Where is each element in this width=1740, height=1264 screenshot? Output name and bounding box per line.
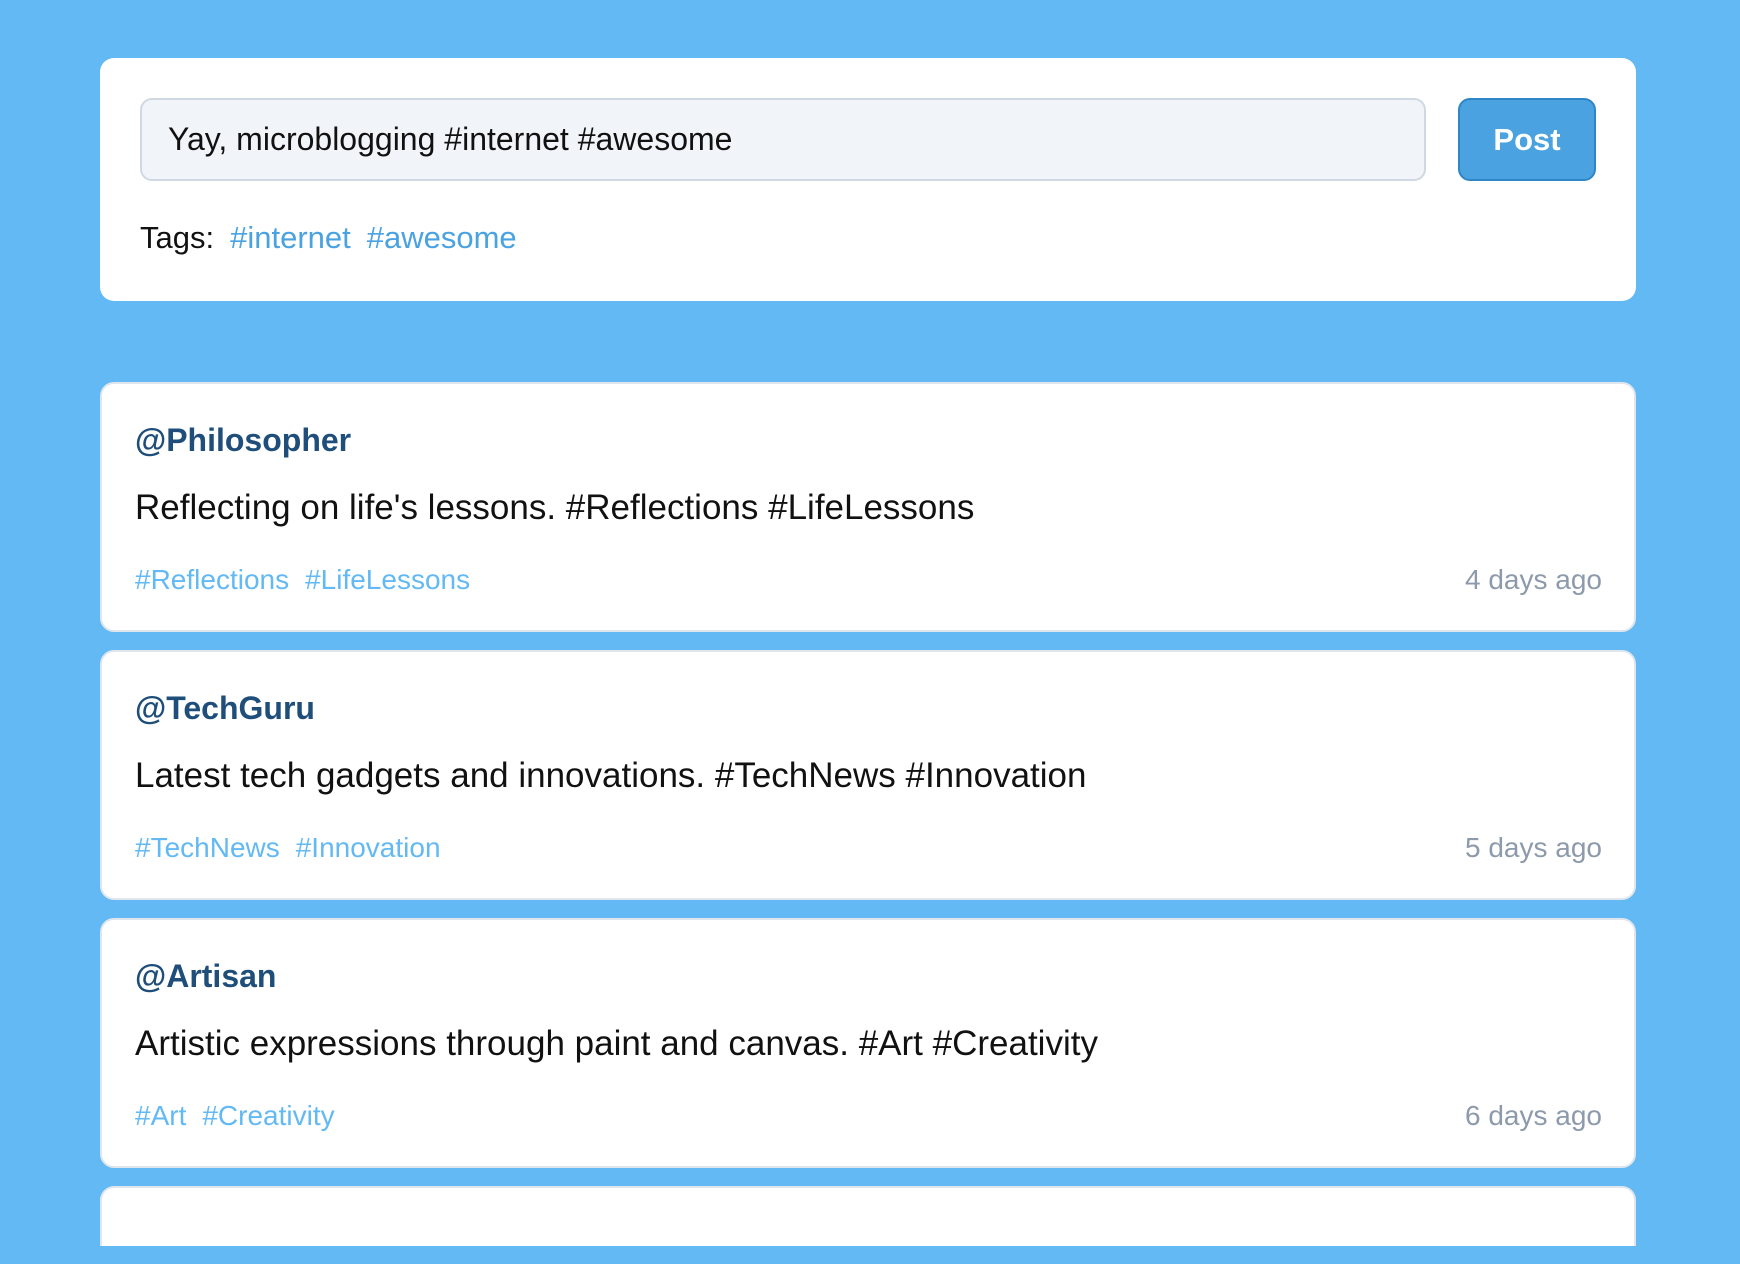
post-author[interactable]: @TechGuru xyxy=(135,690,315,727)
post-card: @Philosopher Reflecting on life's lesson… xyxy=(100,382,1636,632)
post-tag[interactable]: #TechNews xyxy=(135,832,280,864)
post-tag[interactable]: #Innovation xyxy=(296,832,441,864)
post-feed: @Philosopher Reflecting on life's lesson… xyxy=(100,382,1636,1264)
post-timestamp: 6 days ago xyxy=(1465,1100,1602,1131)
tags-label: Tags: xyxy=(140,220,215,255)
composer-card: Post Tags: #internet #awesome xyxy=(100,58,1636,301)
post-timestamp: 4 days ago xyxy=(1465,564,1602,595)
post-tags: #TechNews #Innovation xyxy=(135,832,457,864)
post-button[interactable]: Post xyxy=(1458,98,1596,181)
post-tag[interactable]: #LifeLessons xyxy=(305,564,470,596)
post-text: Artistic expressions through paint and c… xyxy=(135,1024,1098,1063)
post-author[interactable]: @Artisan xyxy=(135,958,276,995)
post-text: Reflecting on life's lessons. #Reflectio… xyxy=(135,488,975,527)
post-card-partial xyxy=(100,1186,1636,1246)
post-timestamp: 5 days ago xyxy=(1465,832,1602,863)
post-card: @Artisan Artistic expressions through pa… xyxy=(100,918,1636,1168)
post-tags: #Reflections #LifeLessons xyxy=(135,564,486,596)
composer-tags-row: Tags: #internet #awesome xyxy=(140,218,533,258)
post-tags: #Art #Creativity xyxy=(135,1100,351,1132)
composer-tag[interactable]: #awesome xyxy=(367,220,517,256)
composer-tag[interactable]: #internet xyxy=(230,220,351,256)
post-tag[interactable]: #Reflections xyxy=(135,564,289,596)
post-tag[interactable]: #Creativity xyxy=(202,1100,334,1132)
post-author[interactable]: @Philosopher xyxy=(135,422,351,459)
post-card: @TechGuru Latest tech gadgets and innova… xyxy=(100,650,1636,900)
post-text: Latest tech gadgets and innovations. #Te… xyxy=(135,756,1087,795)
post-input[interactable] xyxy=(140,98,1426,181)
post-tag[interactable]: #Art xyxy=(135,1100,186,1132)
